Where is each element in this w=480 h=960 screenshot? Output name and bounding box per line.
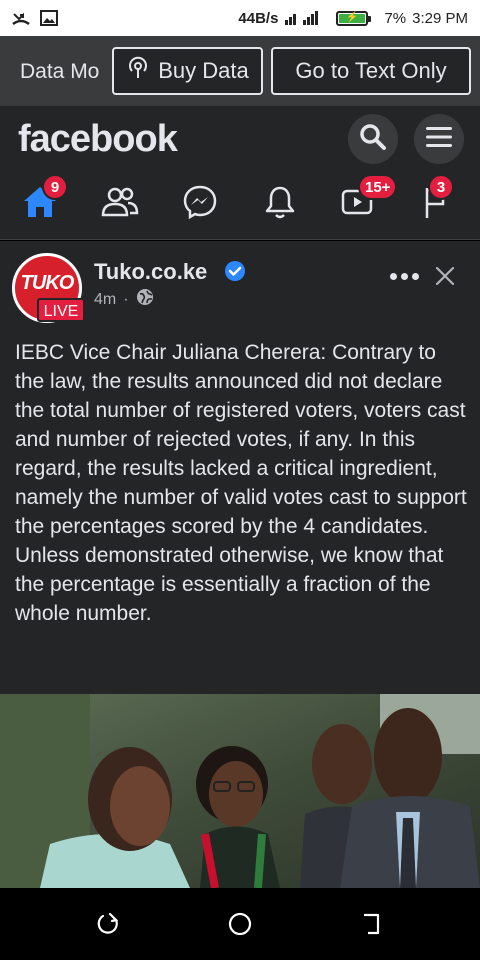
photo-illustration: [0, 694, 480, 888]
feed-post: TUKO LIVE Tuko.co.ke 4m · IEBC Vice Chai…: [0, 241, 480, 694]
post-options-button[interactable]: [384, 261, 424, 291]
page-name[interactable]: Tuko.co.ke: [94, 259, 207, 285]
buy-data-label: Buy Data: [158, 58, 249, 83]
buy-data-button[interactable]: Buy Data: [112, 47, 263, 95]
battery-percent: 7%: [384, 9, 407, 27]
post-time[interactable]: 4m: [94, 291, 116, 309]
data-mode-label: Data Mo: [20, 60, 100, 83]
meta-separator: ·: [123, 290, 129, 308]
close-icon: [430, 266, 460, 295]
tab-friends[interactable]: [98, 182, 142, 226]
post-photo[interactable]: [0, 694, 480, 888]
tab-messenger[interactable]: [178, 182, 222, 226]
text-only-button[interactable]: Go to Text Only: [271, 47, 471, 95]
dot-icon: [400, 272, 408, 280]
pages-badge: 3: [428, 174, 454, 200]
data-mode-bar: Data Mo Buy Data Go to Text Only: [0, 36, 480, 106]
live-badge: LIVE: [37, 298, 85, 322]
post-text: IEBC Vice Chair Juliana Cherera: Contrar…: [15, 341, 467, 625]
app-header: facebook 9 15+ 3: [0, 106, 480, 240]
avatar-logo: TUKO: [20, 272, 75, 294]
bell-icon: [263, 184, 297, 225]
broadcast-icon: [126, 56, 150, 86]
verified-icon: [224, 260, 246, 282]
battery-charging-icon: ⚡: [336, 10, 372, 26]
text-only-label: Go to Text Only: [295, 58, 447, 83]
system-nav-bar: [0, 888, 480, 960]
friends-icon: [100, 185, 140, 224]
tab-home[interactable]: 9: [18, 174, 68, 226]
home-button[interactable]: [226, 910, 254, 938]
recent-apps-button[interactable]: [94, 910, 122, 938]
clock: 3:29 PM: [412, 9, 468, 27]
tab-watch[interactable]: 15+: [336, 174, 398, 226]
home-badge: 9: [42, 174, 68, 200]
post-meta: 4m ·: [94, 288, 154, 311]
missed-call-icon: [12, 10, 30, 26]
net-speed: 44B/s: [238, 9, 279, 27]
menu-button[interactable]: [414, 114, 464, 164]
hide-post-button[interactable]: [430, 261, 460, 291]
tab-bar: 9 15+ 3: [0, 174, 480, 230]
dot-icon: [411, 272, 419, 280]
facebook-logo[interactable]: facebook: [18, 118, 178, 161]
search-icon: [358, 122, 388, 157]
signal-icon: [284, 10, 319, 26]
dot-icon: [389, 272, 397, 280]
status-bar: 44B/s ⚡ 7% 3:29 PM: [0, 0, 480, 36]
gallery-icon: [40, 10, 58, 26]
back-button[interactable]: [358, 910, 386, 938]
globe-icon: [136, 288, 154, 311]
hamburger-icon: [424, 125, 454, 154]
tab-notifications[interactable]: [258, 182, 302, 226]
messenger-icon: [182, 184, 218, 225]
watch-badge: 15+: [358, 174, 398, 200]
page-avatar[interactable]: TUKO LIVE: [12, 253, 85, 323]
tab-pages[interactable]: 3: [414, 174, 458, 226]
search-button[interactable]: [348, 114, 398, 164]
